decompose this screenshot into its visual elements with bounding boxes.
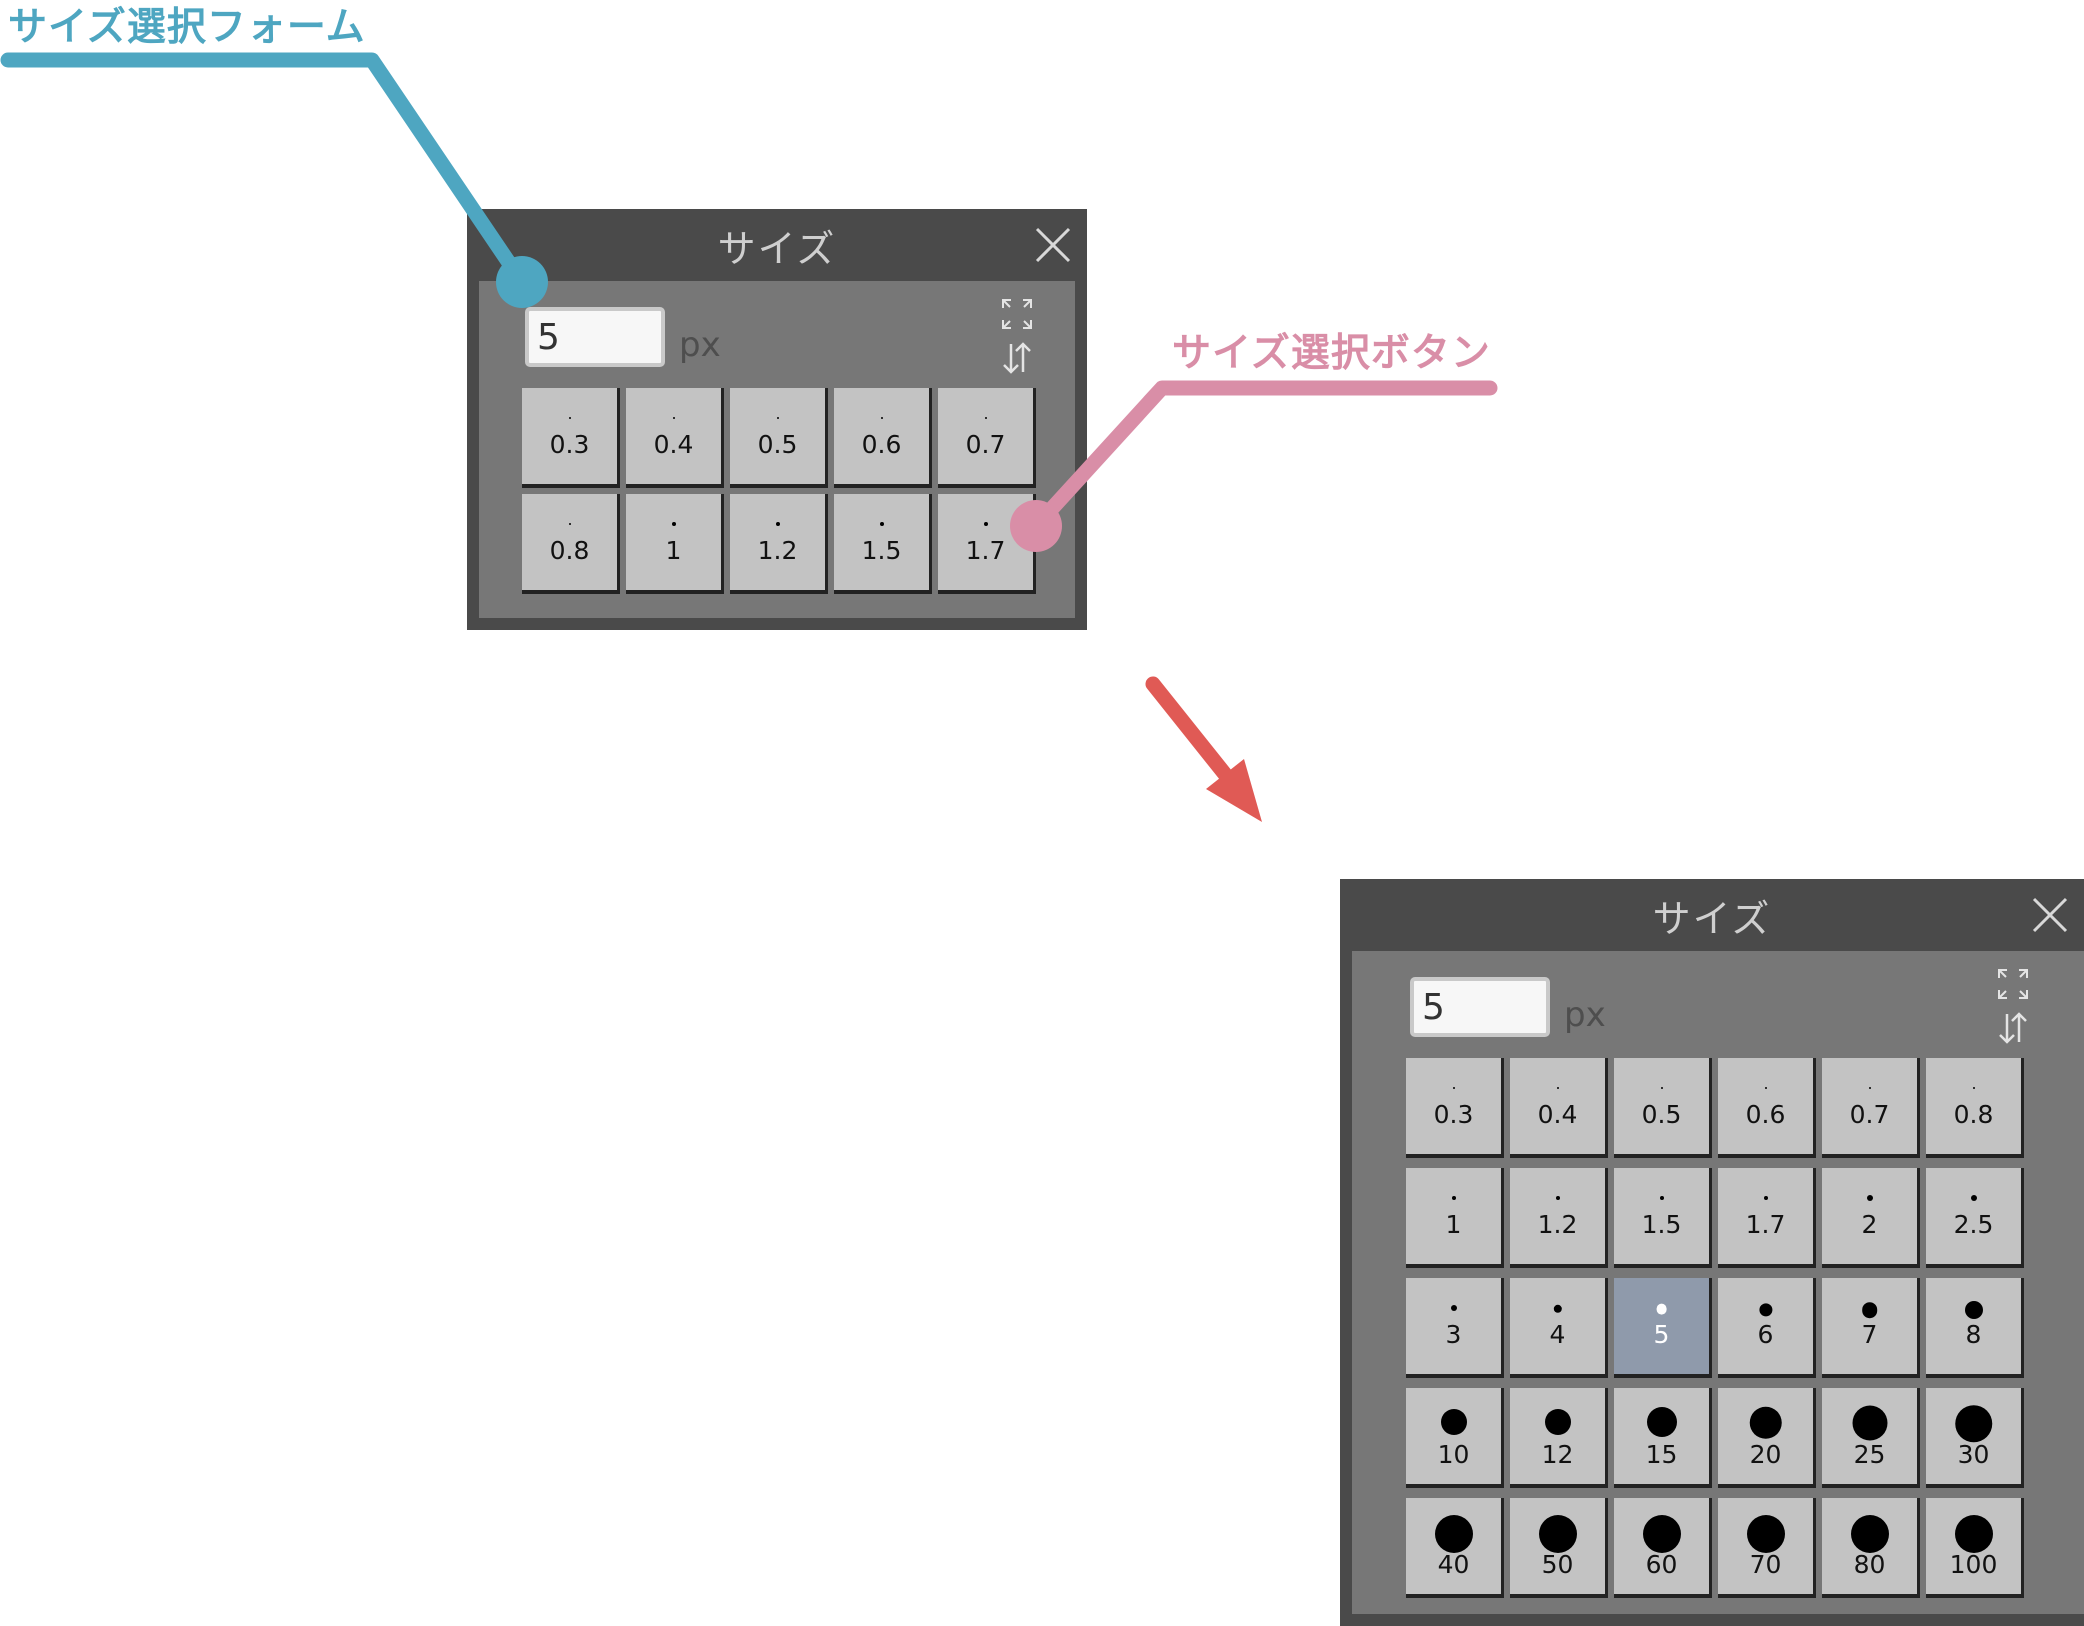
form-callout-dot	[496, 256, 548, 308]
form-callout-line	[0, 52, 530, 290]
button-callout-line	[1028, 380, 1498, 534]
transition-arrow-shaft	[1145, 676, 1236, 786]
button-callout-dot	[1010, 500, 1062, 552]
annotation-overlay	[0, 52, 1498, 822]
